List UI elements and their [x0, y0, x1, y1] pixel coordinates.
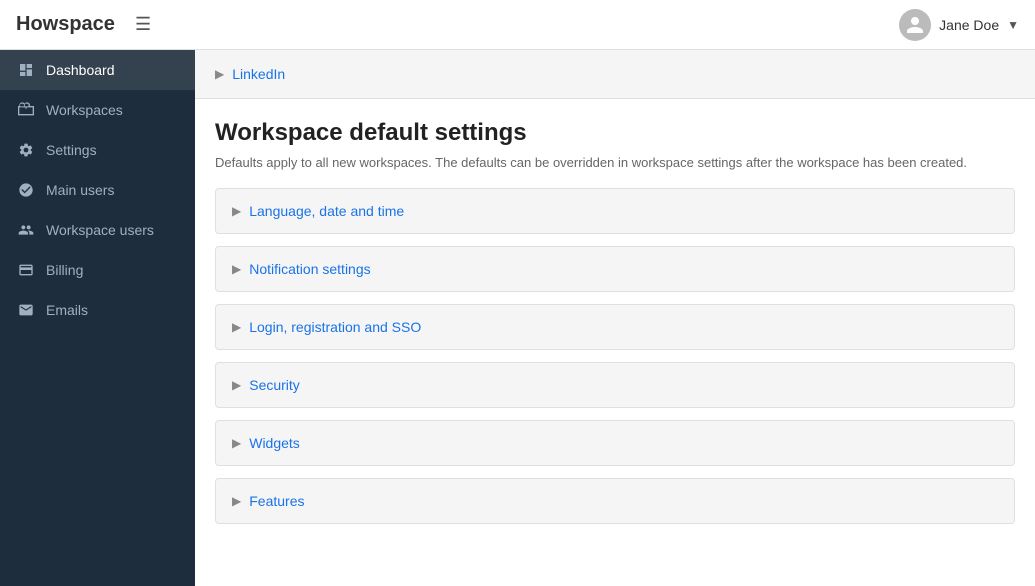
header-right: Jane Doe ▼ [899, 9, 1019, 41]
sidebar-item-billing[interactable]: Billing [0, 250, 195, 290]
main-content: ▶ LinkedIn Workspace default settings De… [195, 50, 1035, 586]
sidebar-item-settings[interactable]: Settings [0, 130, 195, 170]
sidebar-item-emails-label: Emails [46, 302, 88, 318]
accordion-chevron-icon: ▶ [232, 320, 241, 334]
settings-icon [16, 142, 36, 158]
accordion-chevron-icon: ▶ [232, 436, 241, 450]
accordion-item-label: Login, registration and SSO [249, 319, 421, 335]
accordion-list: ▶ Language, date and time ▶ Notification… [195, 178, 1035, 534]
linkedin-chevron-icon: ▶ [215, 67, 224, 81]
sidebar-item-emails[interactable]: Emails [0, 290, 195, 330]
accordion-item-language[interactable]: ▶ Language, date and time [215, 188, 1015, 234]
accordion-item-label: Notification settings [249, 261, 370, 277]
accordion-item-label: Security [249, 377, 300, 393]
section-heading: Workspace default settings Defaults appl… [195, 99, 1035, 178]
sidebar-item-main-users[interactable]: Main users [0, 170, 195, 210]
accordion-item-notification[interactable]: ▶ Notification settings [215, 246, 1015, 292]
accordion-item-label: Widgets [249, 435, 300, 451]
user-dropdown-arrow[interactable]: ▼ [1007, 18, 1019, 32]
sidebar-item-workspaces[interactable]: Workspaces [0, 90, 195, 130]
accordion-item-features[interactable]: ▶ Features [215, 478, 1015, 524]
header-left: Howspace ☰ [16, 13, 151, 36]
workspace-users-icon [16, 222, 36, 238]
emails-icon [16, 302, 36, 318]
sidebar-item-dashboard[interactable]: Dashboard [0, 50, 195, 90]
accordion-item-label: Features [249, 493, 304, 509]
layout: Dashboard Workspaces Settings Main users [0, 50, 1035, 586]
section-title: Workspace default settings [215, 119, 1015, 147]
dashboard-icon [16, 62, 36, 78]
sidebar-item-dashboard-label: Dashboard [46, 62, 115, 78]
accordion-chevron-icon: ▶ [232, 378, 241, 392]
sidebar: Dashboard Workspaces Settings Main users [0, 50, 195, 586]
linkedin-row[interactable]: ▶ LinkedIn [195, 50, 1035, 99]
accordion-item-login[interactable]: ▶ Login, registration and SSO [215, 304, 1015, 350]
accordion-item-widgets[interactable]: ▶ Widgets [215, 420, 1015, 466]
workspaces-icon [16, 102, 36, 118]
sidebar-item-main-users-label: Main users [46, 182, 114, 198]
avatar [899, 9, 931, 41]
accordion-item-label: Language, date and time [249, 203, 404, 219]
user-name: Jane Doe [939, 17, 999, 33]
billing-icon [16, 262, 36, 278]
section-description: Defaults apply to all new workspaces. Th… [215, 155, 1015, 170]
sidebar-item-workspace-users[interactable]: Workspace users [0, 210, 195, 250]
sidebar-item-workspaces-label: Workspaces [46, 102, 123, 118]
hamburger-menu[interactable]: ☰ [135, 14, 151, 35]
sidebar-item-workspace-users-label: Workspace users [46, 222, 154, 238]
accordion-chevron-icon: ▶ [232, 494, 241, 508]
sidebar-item-billing-label: Billing [46, 262, 83, 278]
sidebar-item-settings-label: Settings [46, 142, 97, 158]
header: Howspace ☰ Jane Doe ▼ [0, 0, 1035, 50]
accordion-chevron-icon: ▶ [232, 262, 241, 276]
main-users-icon [16, 182, 36, 198]
accordion-chevron-icon: ▶ [232, 204, 241, 218]
linkedin-link[interactable]: LinkedIn [232, 66, 285, 82]
logo: Howspace [16, 13, 115, 36]
accordion-item-security[interactable]: ▶ Security [215, 362, 1015, 408]
